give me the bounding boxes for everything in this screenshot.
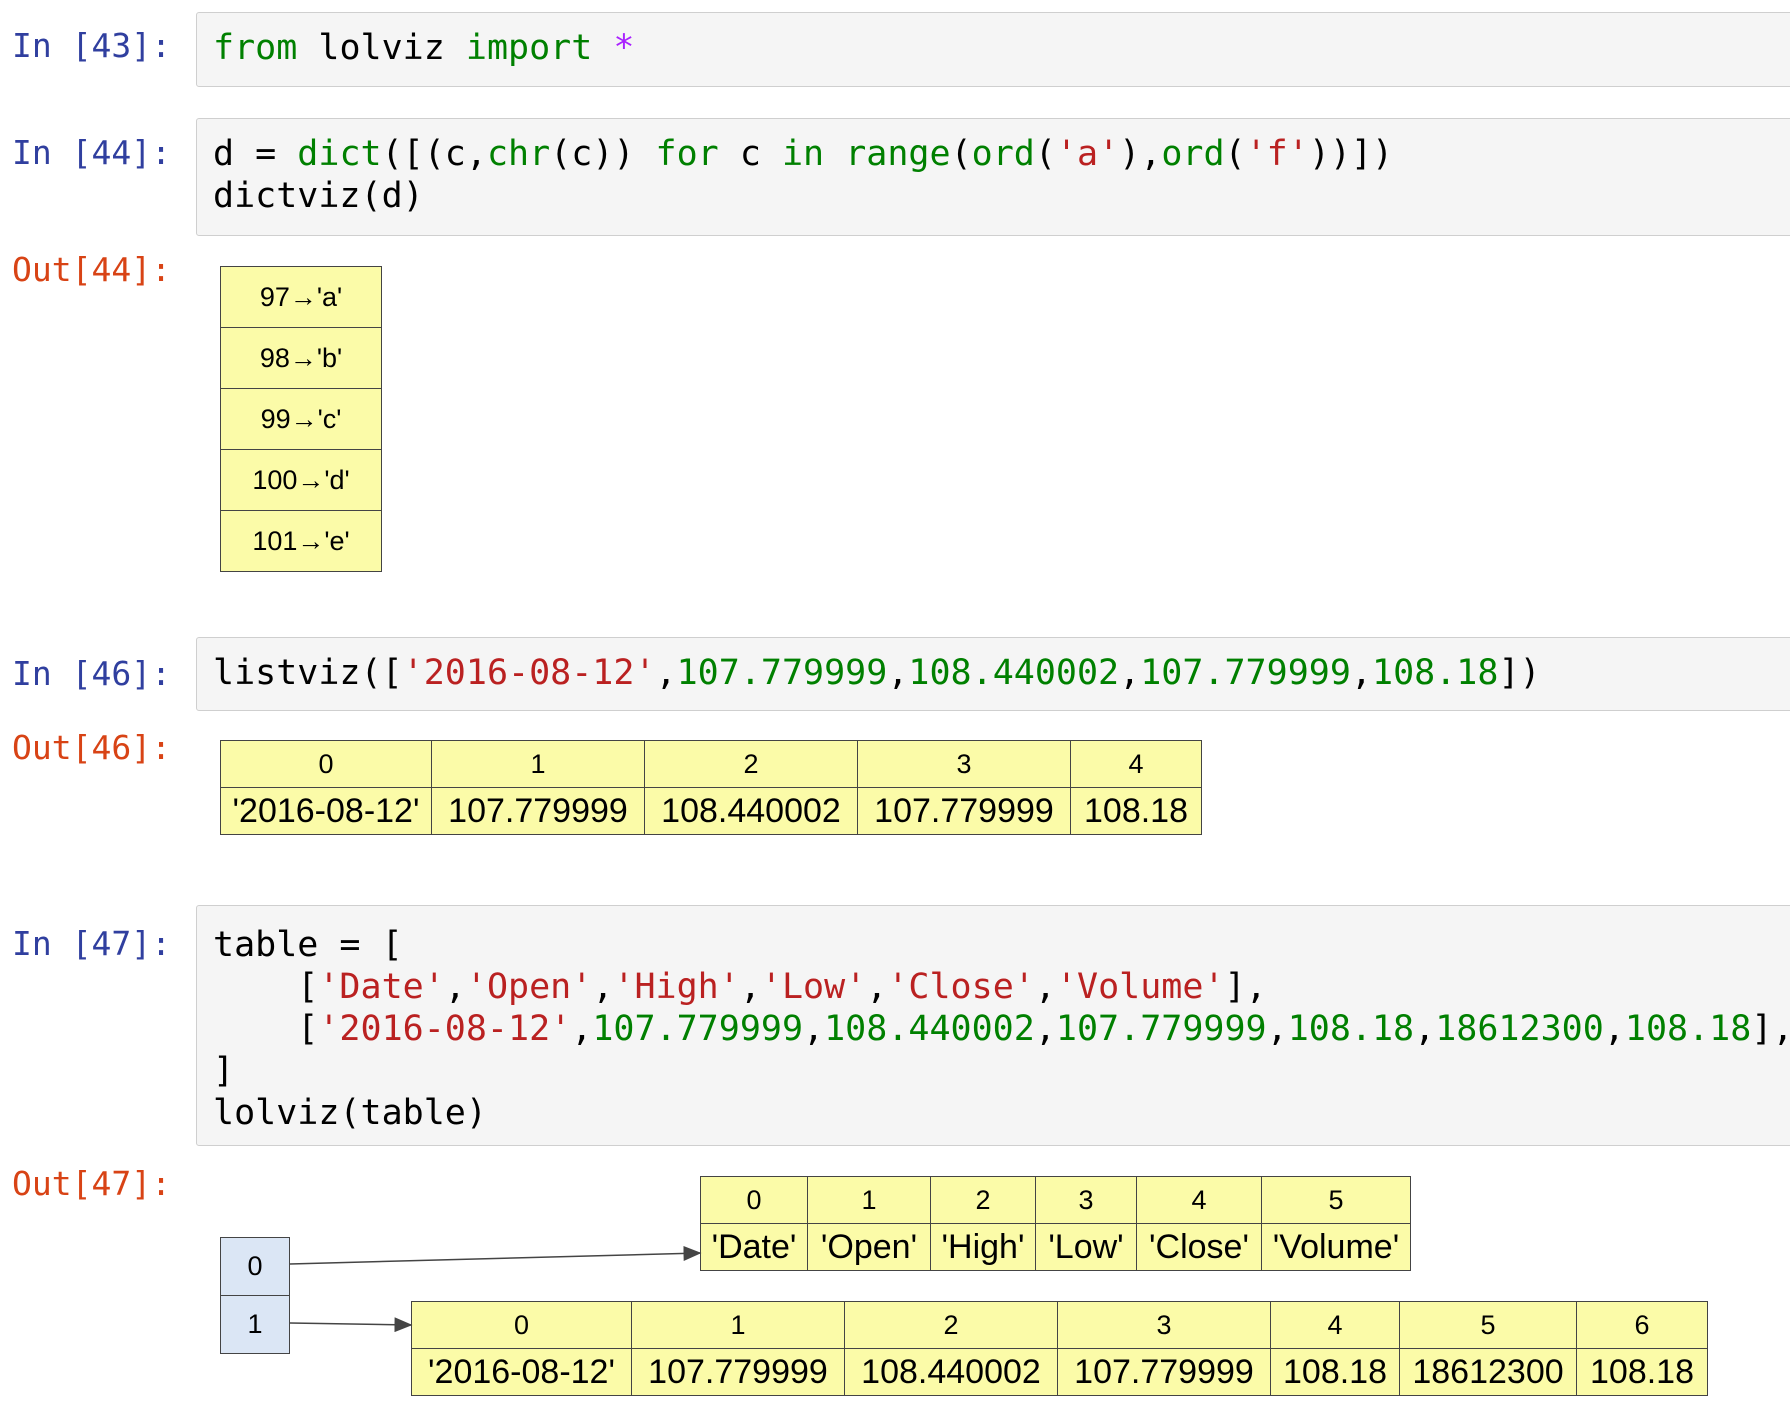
pointer-arrow-1 — [289, 1317, 413, 1333]
pointer-arrows — [289, 1245, 702, 1333]
pointer-arrow-0 — [289, 1245, 702, 1265]
